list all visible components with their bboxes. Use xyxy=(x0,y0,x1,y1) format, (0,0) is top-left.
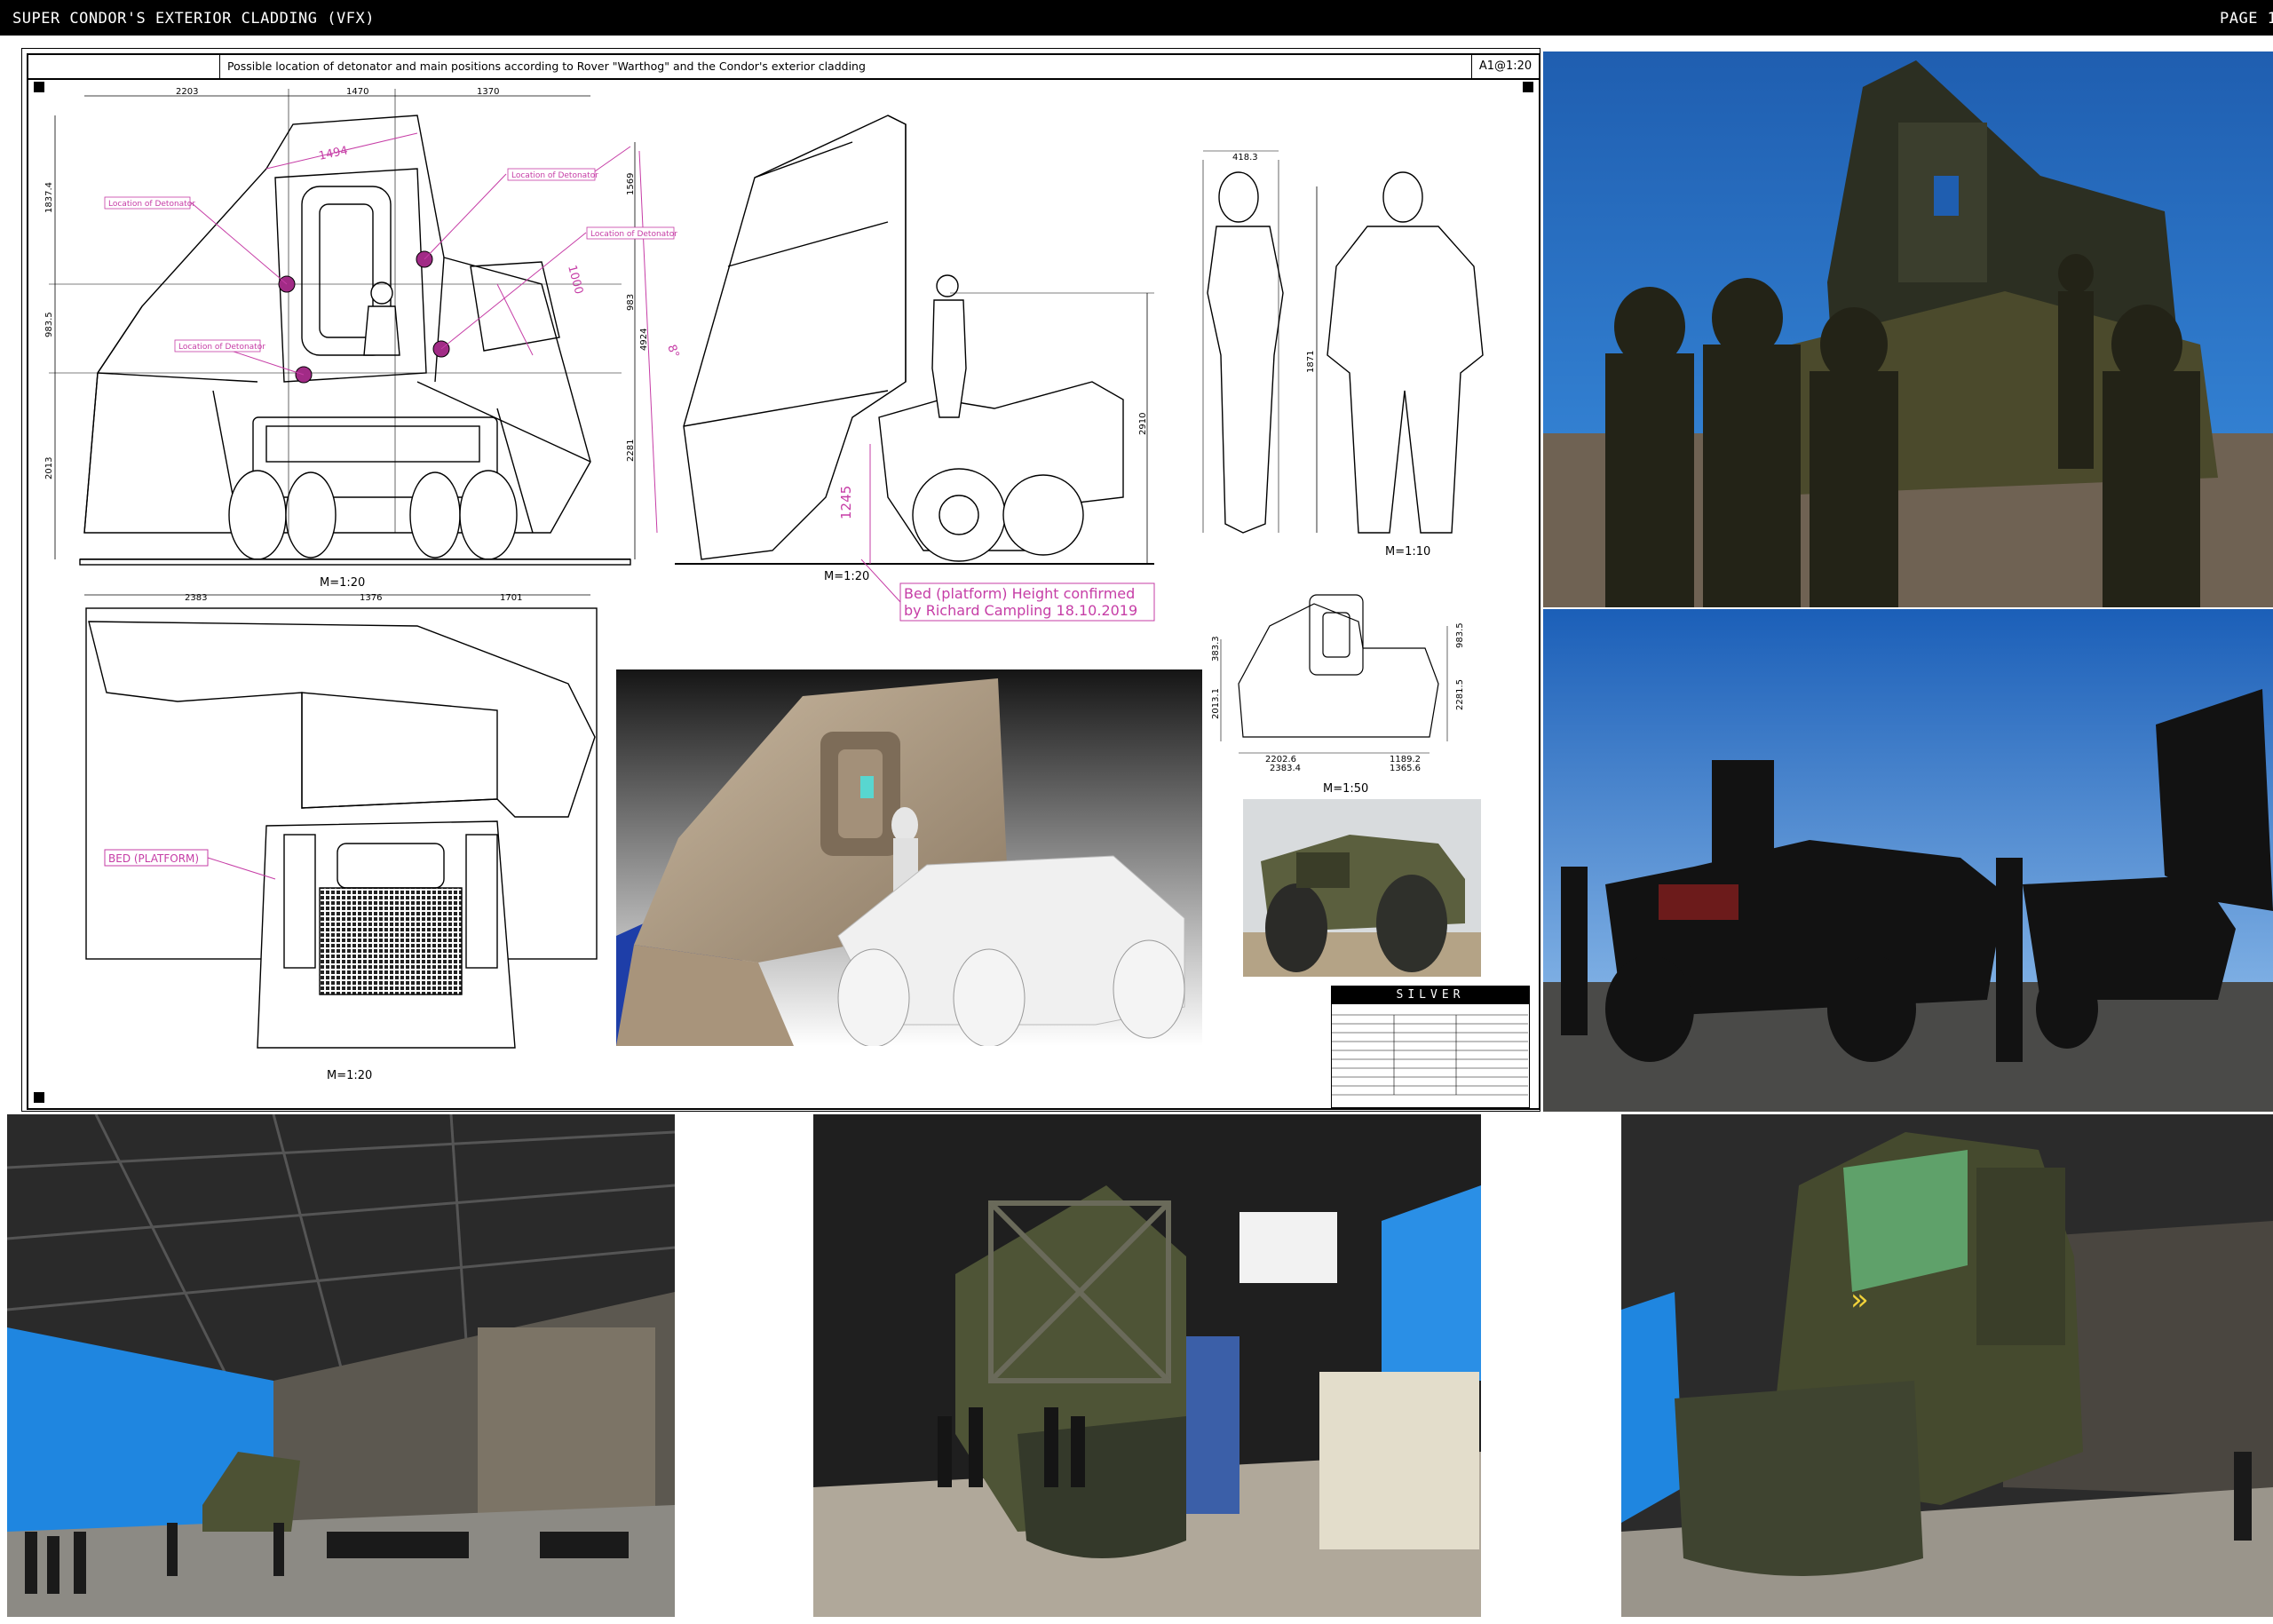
dimension-label: 2910 xyxy=(1138,413,1148,435)
dimension-label: 1365.6 xyxy=(1390,764,1421,773)
bed-platform-text: BED (PLATFORM) xyxy=(108,852,199,865)
dimension-label: 1470 xyxy=(346,87,368,97)
dimension-label: 1376 xyxy=(360,593,382,603)
dimension-label: 2383.4 xyxy=(1270,764,1301,773)
title-block-brand: SILVER xyxy=(1332,986,1529,1004)
photo-warthogs-bluescreen xyxy=(1543,609,2273,1112)
page-number: PAGE 1 xyxy=(2220,10,2273,28)
dimension-label: 1871 xyxy=(1306,351,1316,373)
front-view-scale: M=1:20 xyxy=(320,576,365,590)
photo-hangar-wide xyxy=(7,1114,675,1617)
detonator-label: Location of Detonator xyxy=(108,200,195,209)
cladding-3d-render xyxy=(616,669,1202,1046)
detonator-label: Location of Detonator xyxy=(511,171,598,180)
plan-view-scale: M=1:20 xyxy=(327,1069,372,1082)
dimension-label: 983.5 xyxy=(44,312,54,337)
dimension-label: 2013 xyxy=(44,457,54,479)
dimension-label: 4924 xyxy=(639,329,649,351)
photo-cladding-closeup: » xyxy=(1621,1114,2273,1617)
dimension-label: 8° xyxy=(664,343,681,360)
confirmation-line-2: by Richard Campling 18.10.2019 xyxy=(904,602,1137,619)
confirmation-line-1: Bed (platform) Height confirmed xyxy=(904,585,1135,602)
dimension-label: 1245 xyxy=(838,486,854,519)
figures-scale: M=1:10 xyxy=(1385,545,1430,558)
photo-cladding-rig xyxy=(813,1114,1481,1617)
dimension-label: 1000 xyxy=(565,264,585,296)
dimension-label: 983 xyxy=(626,294,636,311)
small-elevation-scale: M=1:50 xyxy=(1323,782,1368,796)
svg-text:»: » xyxy=(1850,1282,1869,1318)
dimension-label: 1837.4 xyxy=(44,182,54,213)
warthog-photo xyxy=(1243,799,1481,977)
photo-soldiers-bluescreen xyxy=(1543,51,2273,607)
dimension-label: 2383 xyxy=(185,593,207,603)
confirmation-note: Bed (platform) Height confirmed by Richa… xyxy=(860,558,1155,622)
dimension-label: 1701 xyxy=(500,593,522,603)
side-view-drawing xyxy=(675,115,1154,565)
dimension-label: 983.5 xyxy=(1455,622,1465,648)
dimension-label: 2203 xyxy=(176,87,198,97)
scale-figures-drawing xyxy=(1202,150,1484,534)
detonator-label: Location of Detonator xyxy=(178,343,265,352)
dimension-label: 1370 xyxy=(477,87,499,97)
front-view-drawing xyxy=(49,89,636,596)
dimension-label: 1569 xyxy=(626,173,636,195)
dimension-label: 418.3 xyxy=(1232,153,1258,162)
side-view-scale: M=1:20 xyxy=(824,570,869,583)
plan-view-drawing xyxy=(85,607,598,1049)
dimension-label: 383.3 xyxy=(1211,636,1221,661)
title-block: SILVER xyxy=(1331,986,1530,1108)
dimension-label: 2281.5 xyxy=(1455,679,1465,710)
detonator-label: Location of Detonator xyxy=(590,230,677,239)
small-elevation-drawing xyxy=(1220,594,1448,754)
dimension-label: 2013.1 xyxy=(1211,688,1221,719)
dimension-label: 2281 xyxy=(626,440,636,462)
